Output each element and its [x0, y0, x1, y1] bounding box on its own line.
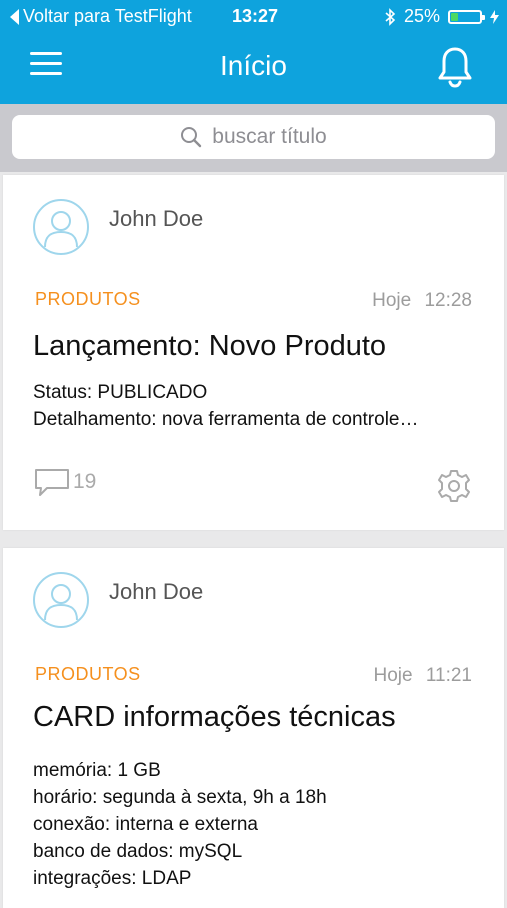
detail-line: conexão: interna e externa	[33, 814, 258, 835]
category-label: PRODUTOS	[35, 664, 141, 684]
search-placeholder: buscar título	[212, 125, 327, 148]
post-date: Hoje	[373, 665, 413, 686]
post-card[interactable]: John Doe PRODUTOS Hoje 12:28 Lançamento:…	[3, 175, 504, 530]
battery-fill	[451, 12, 458, 21]
comments-button[interactable]: 19	[33, 467, 96, 497]
avatar	[33, 572, 89, 628]
status-bar: Voltar para TestFlight 13:27 25%	[0, 0, 507, 34]
search-bar-container: buscar título	[0, 104, 507, 172]
battery-percent: 25%	[403, 6, 440, 26]
top-bar: Voltar para TestFlight 13:27 25% Início	[0, 0, 507, 104]
post-card[interactable]: John Doe PRODUTOS Hoje 11:21 CARD inform…	[3, 548, 504, 908]
back-label: Voltar para TestFlight	[23, 6, 192, 26]
user-icon	[44, 211, 78, 248]
status-right: 25%	[384, 6, 499, 27]
post-details: Status: PUBLICADO Detalhamento: nova fer…	[33, 379, 419, 433]
comment-icon	[35, 469, 69, 496]
user-icon	[44, 584, 78, 621]
category-label: PRODUTOS	[35, 289, 141, 309]
author-name: John Doe	[109, 206, 204, 231]
charging-icon	[490, 9, 499, 24]
bell-icon[interactable]	[437, 46, 473, 88]
back-to-testflight-link[interactable]: Voltar para TestFlight	[10, 6, 192, 27]
detail-line: horário: segunda à sexta, 9h a 18h	[33, 787, 327, 808]
detail-line: Status: PUBLICADO	[33, 382, 208, 403]
gear-icon[interactable]	[436, 468, 472, 504]
search-icon	[181, 127, 202, 148]
post-time: 11:21	[425, 665, 472, 686]
author-name: John Doe	[109, 579, 204, 604]
post-title: CARD informações técnicas	[33, 701, 396, 733]
post-date: Hoje	[372, 290, 412, 311]
post-details: memória: 1 GB horário: segunda à sexta, …	[33, 757, 327, 892]
post-datetime: Hoje 11:21	[374, 665, 473, 687]
page-title: Início	[220, 50, 287, 81]
detail-line: Detalhamento: nova ferramenta de control…	[33, 409, 419, 430]
detail-line: banco de dados: mySQL	[33, 841, 243, 862]
detail-line: integrações: LDAP	[33, 868, 192, 889]
post-datetime: Hoje 12:28	[372, 290, 472, 312]
avatar	[33, 199, 89, 255]
comment-count: 19	[73, 470, 97, 493]
back-arrow-icon	[10, 8, 19, 25]
status-time: 13:27	[232, 6, 279, 26]
navbar: Início	[0, 36, 507, 100]
battery-icon	[448, 9, 485, 24]
bluetooth-icon	[385, 7, 396, 26]
post-title: Lançamento: Novo Produto	[33, 330, 387, 362]
detail-line: memória: 1 GB	[33, 760, 161, 781]
search-input[interactable]: buscar título	[12, 115, 495, 159]
post-time: 12:28	[424, 290, 472, 311]
